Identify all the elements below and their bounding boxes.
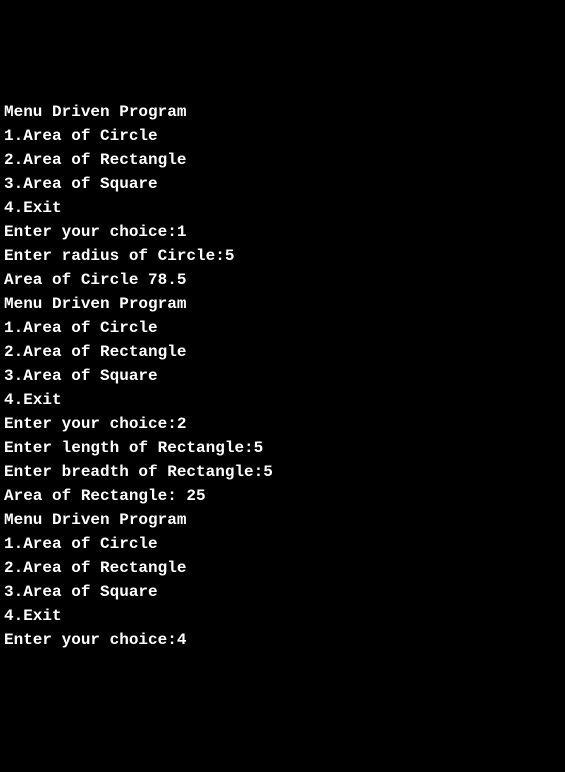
output-line: 2.Area of Rectangle [4,340,561,364]
terminal-output: Menu Driven Program1.Area of Circle2.Are… [4,100,561,652]
output-line: Menu Driven Program [4,292,561,316]
output-line: 4.Exit [4,196,561,220]
output-line: 3.Area of Square [4,580,561,604]
output-line: 3.Area of Square [4,364,561,388]
output-line: Enter length of Rectangle:5 [4,436,561,460]
output-line: Menu Driven Program [4,508,561,532]
output-line: Enter breadth of Rectangle:5 [4,460,561,484]
output-line: 3.Area of Square [4,172,561,196]
output-line: Enter your choice:1 [4,220,561,244]
output-line: 2.Area of Rectangle [4,556,561,580]
output-line: 1.Area of Circle [4,316,561,340]
output-line: Area of Circle 78.5 [4,268,561,292]
output-line: 1.Area of Circle [4,124,561,148]
output-line: 1.Area of Circle [4,532,561,556]
output-line: Enter radius of Circle:5 [4,244,561,268]
output-line: Area of Rectangle: 25 [4,484,561,508]
output-line: Menu Driven Program [4,100,561,124]
output-line: 2.Area of Rectangle [4,148,561,172]
output-line: Enter your choice:2 [4,412,561,436]
output-line: Enter your choice:4 [4,628,561,652]
output-line: 4.Exit [4,388,561,412]
output-line: 4.Exit [4,604,561,628]
